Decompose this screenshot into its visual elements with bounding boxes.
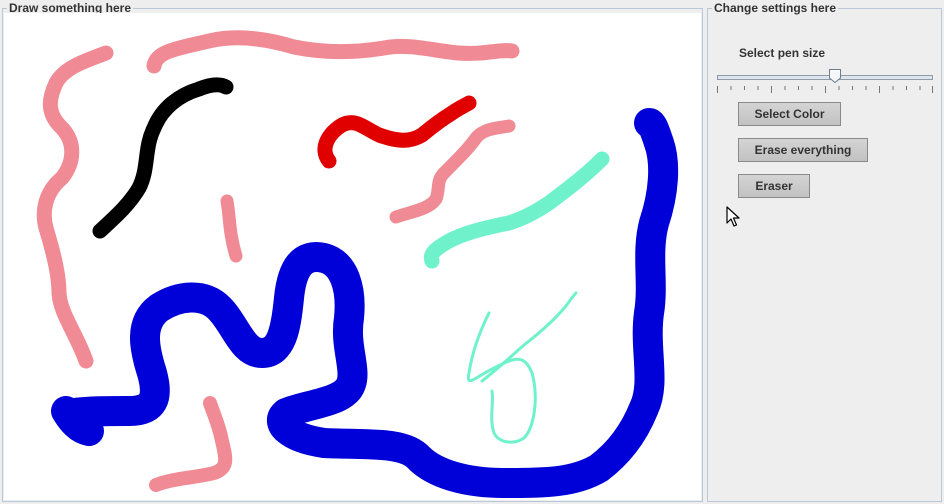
eraser-button[interactable]: Eraser <box>738 174 810 198</box>
mouse-pointer-icon <box>726 206 740 227</box>
stroke-mint-thick <box>423 151 610 269</box>
settings-panel: Change settings here Select pen size Sel… <box>707 1 942 502</box>
stroke-red <box>317 95 477 169</box>
stroke-pink-small <box>220 194 243 263</box>
stroke-blue-foot <box>51 396 104 446</box>
slider-track[interactable] <box>717 75 933 80</box>
pen-size-slider[interactable] <box>714 69 936 97</box>
stroke-black <box>92 77 234 239</box>
settings-panel-title: Change settings here <box>712 1 839 15</box>
stroke-pink-left <box>36 45 114 369</box>
slider-ticks <box>717 86 933 93</box>
pen-size-label: Select pen size <box>739 46 826 60</box>
draw-panel: Draw something here <box>2 1 703 502</box>
slider-thumb[interactable] <box>828 69 841 83</box>
stroke-pink-top <box>146 30 520 74</box>
erase-everything-button[interactable]: Erase everything <box>738 138 868 162</box>
stroke-pink-bottom <box>149 396 233 492</box>
stroke-mint-thin <box>466 291 578 444</box>
select-color-button[interactable]: Select Color <box>738 102 841 126</box>
drawing-canvas[interactable] <box>4 13 701 500</box>
